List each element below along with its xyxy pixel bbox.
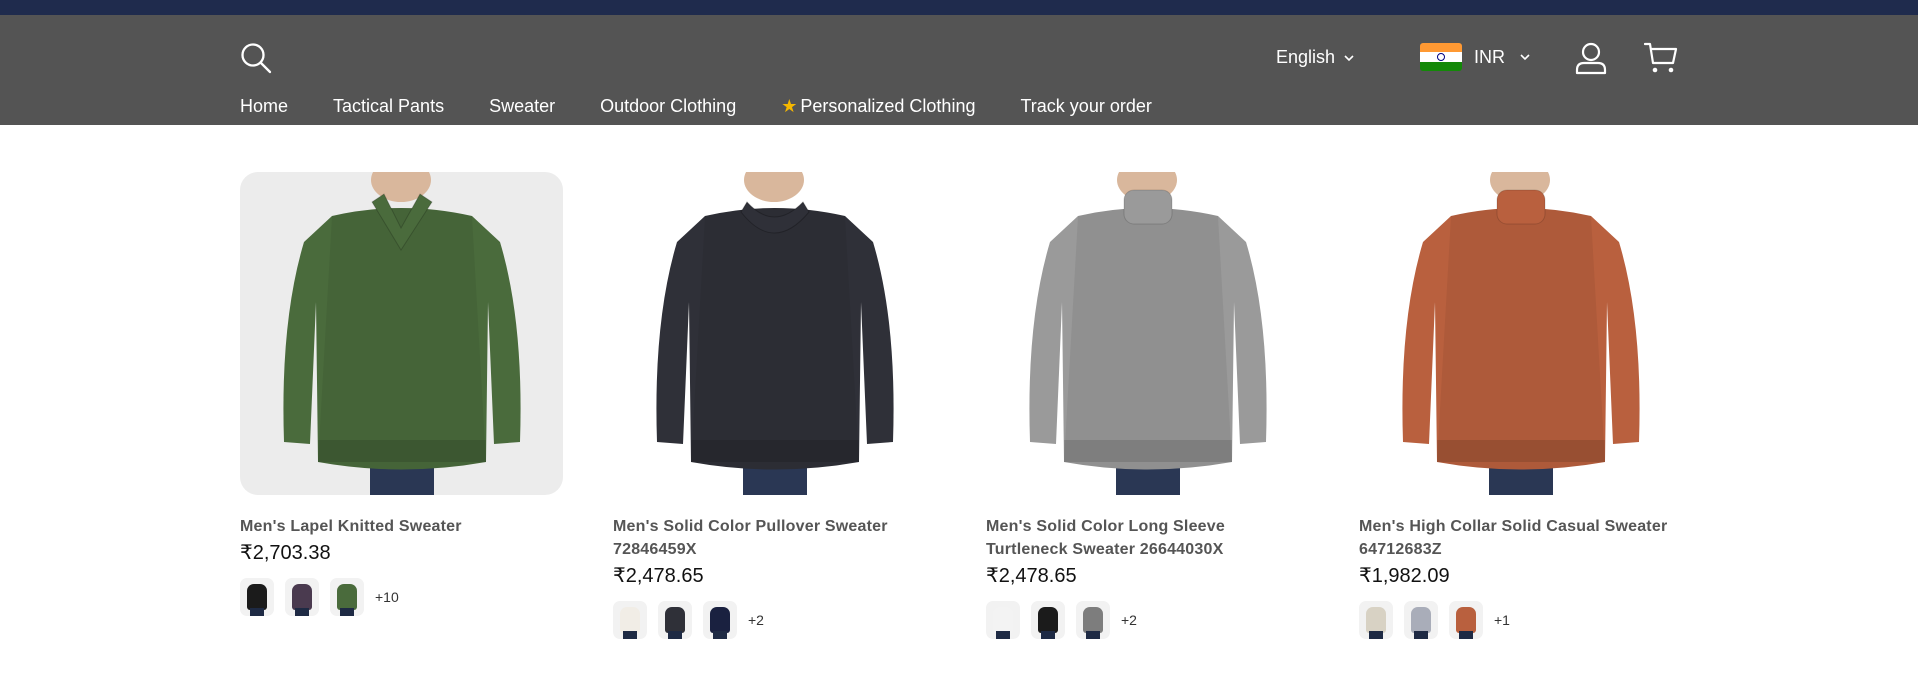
product-image[interactable] — [613, 172, 936, 495]
product-card[interactable]: Men's Lapel Knitted Sweater ₹2,703.38 +10 — [240, 172, 563, 639]
main-nav: Home Tactical Pants Sweater Outdoor Clot… — [240, 96, 1197, 117]
color-swatches: +2 — [613, 601, 936, 639]
sweater-image — [986, 172, 1309, 495]
nav-personalized-clothing[interactable]: ★ Personalized Clothing — [781, 96, 975, 117]
more-colors-count[interactable]: +2 — [748, 612, 764, 628]
search-icon[interactable] — [240, 42, 272, 74]
chevron-down-icon — [1344, 54, 1354, 61]
more-colors-count[interactable]: +10 — [375, 589, 399, 605]
language-selector[interactable]: English — [1276, 47, 1355, 68]
product-name[interactable]: Men's Lapel Knitted Sweater — [240, 515, 563, 538]
nav-home[interactable]: Home — [240, 96, 288, 117]
color-swatch[interactable] — [613, 601, 647, 639]
color-swatch[interactable] — [285, 578, 319, 616]
product-name[interactable]: Men's Solid Color Pullover Sweater 72846… — [613, 515, 936, 561]
cart-icon[interactable] — [1644, 41, 1678, 75]
india-flag-icon — [1420, 43, 1462, 71]
color-swatches: +1 — [1359, 601, 1682, 639]
color-swatch[interactable] — [1449, 601, 1483, 639]
color-swatch[interactable] — [658, 601, 692, 639]
more-colors-count[interactable]: +1 — [1494, 612, 1510, 628]
nav-label: Track your order — [1020, 96, 1152, 116]
color-swatches: +10 — [240, 578, 563, 616]
chevron-down-icon — [1520, 54, 1530, 61]
product-image[interactable] — [240, 172, 563, 495]
product-grid: Men's Lapel Knitted Sweater ₹2,703.38 +10 M… — [240, 172, 1682, 639]
language-label: English — [1276, 47, 1336, 67]
product-image[interactable] — [1359, 172, 1682, 495]
color-swatch[interactable] — [330, 578, 364, 616]
product-card[interactable]: Men's Solid Color Pullover Sweater 72846… — [613, 172, 936, 639]
color-swatch[interactable] — [1031, 601, 1065, 639]
site-header: English INR Home Tactical Pants Sweater … — [0, 15, 1918, 125]
sweater-image — [613, 172, 936, 495]
nav-label: Home — [240, 96, 289, 116]
sweater-image — [1359, 172, 1682, 495]
nav-sweater[interactable]: Sweater — [489, 96, 555, 117]
nav-label: Tactical Pants — [333, 96, 445, 116]
nav-track-order[interactable]: Track your order — [1020, 96, 1151, 117]
currency-selector[interactable]: INR — [1420, 43, 1531, 71]
color-swatch[interactable] — [1404, 601, 1438, 639]
star-icon: ★ — [781, 96, 798, 116]
product-card[interactable]: Men's High Collar Solid Casual Sweater 6… — [1359, 172, 1682, 639]
product-image[interactable] — [986, 172, 1309, 495]
product-price: ₹2,478.65 — [613, 565, 704, 587]
product-card[interactable]: Men's Solid Color Long Sleeve Turtleneck… — [986, 172, 1309, 639]
announcement-bar — [0, 0, 1918, 15]
color-swatch[interactable] — [240, 578, 274, 616]
currency-label: INR — [1474, 46, 1505, 67]
product-price: ₹2,703.38 — [240, 542, 331, 564]
color-swatches: +2 — [986, 601, 1309, 639]
nav-outdoor-clothing[interactable]: Outdoor Clothing — [600, 96, 736, 117]
nav-tactical-pants[interactable]: Tactical Pants — [333, 96, 444, 117]
product-price: ₹2,478.65 — [986, 565, 1077, 587]
nav-label: Personalized Clothing — [800, 96, 976, 116]
color-swatch[interactable] — [703, 601, 737, 639]
sweater-image — [240, 172, 563, 495]
color-swatch[interactable] — [1359, 601, 1393, 639]
nav-label: Outdoor Clothing — [600, 96, 737, 116]
product-name[interactable]: Men's Solid Color Long Sleeve Turtleneck… — [986, 515, 1309, 561]
more-colors-count[interactable]: +2 — [1121, 612, 1137, 628]
color-swatch[interactable] — [1076, 601, 1110, 639]
user-account-icon[interactable] — [1574, 41, 1608, 75]
nav-label: Sweater — [489, 96, 556, 116]
product-price: ₹1,982.09 — [1359, 565, 1450, 587]
color-swatch[interactable] — [986, 601, 1020, 639]
product-name[interactable]: Men's High Collar Solid Casual Sweater 6… — [1359, 515, 1682, 561]
